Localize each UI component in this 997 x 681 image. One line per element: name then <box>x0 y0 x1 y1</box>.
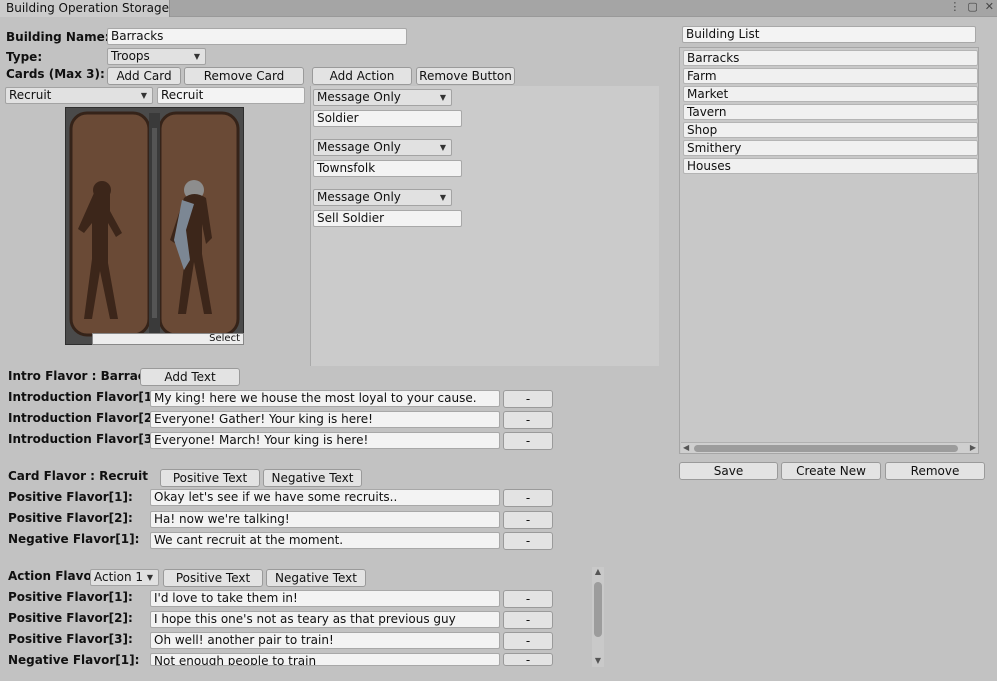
building-list-item[interactable]: Barracks <box>683 50 978 66</box>
negative-text-button[interactable]: Negative Text <box>266 569 366 587</box>
card-dropdown[interactable]: Recruit ▼ <box>5 87 153 104</box>
action-type-dropdown[interactable]: Message Only ▼ <box>313 89 452 106</box>
remove-row-button[interactable]: - <box>503 653 553 666</box>
type-dropdown[interactable]: Troops ▼ <box>107 48 206 65</box>
remove-row-button[interactable]: - <box>503 590 553 608</box>
remove-building-button[interactable]: Remove <box>885 462 985 480</box>
maximize-icon[interactable]: ▢ <box>967 0 977 16</box>
type-dropdown-value: Troops <box>111 49 150 63</box>
card-flavor-label: Positive Flavor[1]: <box>8 490 133 504</box>
action-select-value: Action 1 <box>94 570 144 584</box>
building-list-item[interactable]: Tavern <box>683 104 978 120</box>
card-flavor-heading: Card Flavor : Recruit <box>8 469 148 483</box>
action-flavor-label: Positive Flavor[2]: <box>8 611 133 625</box>
negative-text-button[interactable]: Negative Text <box>263 469 362 487</box>
more-options-icon[interactable]: ⋮ <box>949 0 960 16</box>
card-art <box>66 108 243 344</box>
remove-row-button[interactable]: - <box>503 611 553 629</box>
remove-row-button[interactable]: - <box>503 411 553 429</box>
action-select-dropdown[interactable]: Action 1 ▼ <box>90 569 159 586</box>
chevron-down-icon: ▼ <box>439 93 446 102</box>
building-list-item[interactable]: Houses <box>683 158 978 174</box>
intro-flavor-heading: Intro Flavor : Barracks <box>8 369 161 383</box>
building-name-label: Building Name: <box>6 30 110 44</box>
action-type-dropdown[interactable]: Message Only ▼ <box>313 139 452 156</box>
card-name-input[interactable]: Recruit <box>157 87 305 104</box>
chevron-down-icon: ▼ <box>140 91 147 100</box>
building-name-input[interactable]: Barracks <box>107 28 407 45</box>
action-text-input[interactable]: Soldier <box>313 110 462 127</box>
building-list-header: Building List <box>682 26 976 43</box>
intro-flavor-input[interactable]: My king! here we house the most loyal to… <box>150 390 500 407</box>
action-flavor-label: Positive Flavor[3]: <box>8 632 133 646</box>
select-image-button[interactable]: Select <box>92 333 244 345</box>
action-flavor-input[interactable]: I hope this one's not as teary as that p… <box>150 611 500 628</box>
card-flavor-input[interactable]: Ha! now we're talking! <box>150 511 500 528</box>
building-list-item[interactable]: Farm <box>683 68 978 84</box>
card-dropdown-value: Recruit <box>9 88 52 102</box>
add-text-button[interactable]: Add Text <box>140 368 240 386</box>
card-flavor-label: Negative Flavor[1]: <box>8 532 140 546</box>
card-flavor-input[interactable]: We cant recruit at the moment. <box>150 532 500 549</box>
cards-label: Cards (Max 3): <box>6 67 105 81</box>
action-text-input[interactable]: Sell Soldier <box>313 210 462 227</box>
action-flavor-label: Positive Flavor[1]: <box>8 590 133 604</box>
remove-card-button[interactable]: Remove Card <box>184 67 304 85</box>
chevron-down-icon: ▼ <box>146 573 153 582</box>
intro-flavor-label: Introduction Flavor[2]: <box>8 411 163 425</box>
close-icon[interactable]: ✕ <box>985 0 994 16</box>
building-list-item[interactable]: Shop <box>683 122 978 138</box>
card-image <box>65 107 244 345</box>
scroll-down-icon[interactable]: ▼ <box>593 656 603 665</box>
action-type-value: Message Only <box>317 140 401 154</box>
scrollbar-thumb[interactable] <box>594 582 602 637</box>
card-flavor-input[interactable]: Okay let's see if we have some recruits.… <box>150 489 500 506</box>
scroll-right-icon[interactable]: ▶ <box>970 443 976 453</box>
action-type-dropdown[interactable]: Message Only ▼ <box>313 189 452 206</box>
building-list: Barracks Farm Market Tavern Shop Smither… <box>679 47 979 454</box>
remove-row-button[interactable]: - <box>503 532 553 550</box>
intro-flavor-input[interactable]: Everyone! March! Your king is here! <box>150 432 500 449</box>
remove-row-button[interactable]: - <box>503 489 553 507</box>
intro-flavor-label: Introduction Flavor[3]: <box>8 432 163 446</box>
intro-flavor-label: Introduction Flavor[1]: <box>8 390 163 404</box>
save-button[interactable]: Save <box>679 462 778 480</box>
remove-row-button[interactable]: - <box>503 632 553 650</box>
chevron-down-icon: ▼ <box>439 193 446 202</box>
intro-flavor-input[interactable]: Everyone! Gather! Your king is here! <box>150 411 500 428</box>
scroll-up-icon[interactable]: ▲ <box>593 567 603 576</box>
action-flavor-input[interactable]: Oh well! another pair to train! <box>150 632 500 649</box>
window-tab[interactable]: Building Operation Storage <box>0 0 170 17</box>
building-list-item[interactable]: Smithery <box>683 140 978 156</box>
type-label: Type: <box>6 50 43 64</box>
remove-button-button[interactable]: Remove Button <box>416 67 515 85</box>
scrollbar-thumb[interactable] <box>694 445 958 452</box>
action-flavor-scrollbar[interactable]: ▲ ▼ <box>592 567 604 667</box>
card-flavor-label: Positive Flavor[2]: <box>8 511 133 525</box>
add-action-button[interactable]: Add Action <box>312 67 412 85</box>
building-list-hscrollbar[interactable]: ◀ ▶ <box>681 442 978 453</box>
action-type-value: Message Only <box>317 90 401 104</box>
create-new-button[interactable]: Create New <box>781 462 881 480</box>
add-card-button[interactable]: Add Card <box>107 67 181 85</box>
action-flavor-input[interactable]: Not enough people to train <box>150 653 500 666</box>
action-flavor-heading: Action Flavor <box>8 569 98 583</box>
positive-text-button[interactable]: Positive Text <box>163 569 263 587</box>
remove-row-button[interactable]: - <box>503 511 553 529</box>
building-list-item[interactable]: Market <box>683 86 978 102</box>
positive-text-button[interactable]: Positive Text <box>160 469 260 487</box>
action-flavor-label: Negative Flavor[1]: <box>8 653 140 667</box>
action-flavor-input[interactable]: I'd love to take them in! <box>150 590 500 607</box>
chevron-down-icon: ▼ <box>193 52 200 61</box>
action-text-input[interactable]: Townsfolk <box>313 160 462 177</box>
window-controls: ⋮ ▢ ✕ <box>949 0 994 16</box>
remove-row-button[interactable]: - <box>503 432 553 450</box>
action-type-value: Message Only <box>317 190 401 204</box>
chevron-down-icon: ▼ <box>439 143 446 152</box>
scroll-left-icon[interactable]: ◀ <box>683 443 689 453</box>
remove-row-button[interactable]: - <box>503 390 553 408</box>
